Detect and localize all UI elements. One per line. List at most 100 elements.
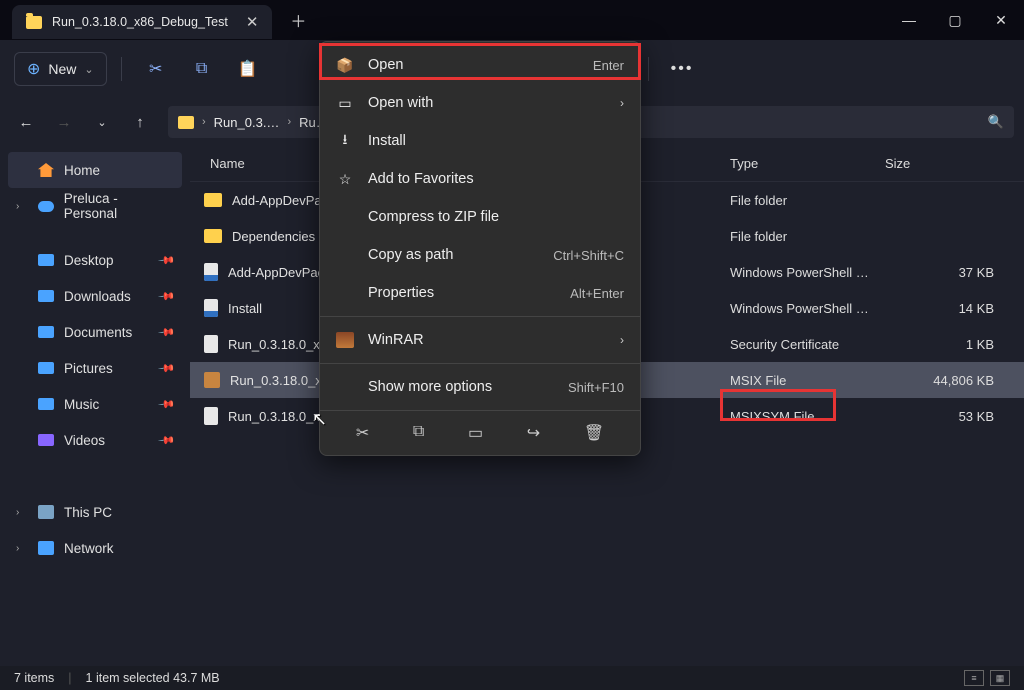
ctx-more-options[interactable]: Show more optionsShift+F10 bbox=[320, 368, 640, 406]
separator bbox=[320, 410, 640, 411]
music-icon bbox=[38, 398, 54, 410]
pin-icon: 📌 bbox=[158, 323, 177, 342]
chevron-right-icon: › bbox=[16, 543, 28, 554]
pin-icon: 📌 bbox=[158, 251, 177, 270]
cloud-icon bbox=[38, 201, 54, 212]
chevron-right-icon: › bbox=[287, 116, 291, 128]
more-button[interactable]: ••• bbox=[671, 60, 694, 78]
pictures-icon bbox=[38, 362, 54, 374]
msix-icon bbox=[204, 372, 220, 388]
openwith-icon: ▭ bbox=[336, 95, 354, 112]
sidebar-item-network[interactable]: ›Network bbox=[8, 530, 182, 566]
minimize-button[interactable]: — bbox=[886, 0, 932, 40]
chevron-down-icon: ⌄ bbox=[84, 63, 93, 76]
ctx-properties[interactable]: PropertiesAlt+Enter bbox=[320, 274, 640, 312]
ctx-open-with[interactable]: ▭Open with› bbox=[320, 84, 640, 122]
ctx-copy-icon[interactable]: ⧉ bbox=[413, 423, 424, 443]
chevron-right-icon: › bbox=[16, 201, 28, 212]
back-button[interactable]: ← bbox=[10, 106, 42, 138]
sidebar-item-pictures[interactable]: Pictures📌 bbox=[8, 350, 182, 386]
col-type[interactable]: Type bbox=[730, 156, 885, 171]
pin-icon: 📌 bbox=[158, 431, 177, 450]
network-icon bbox=[38, 541, 54, 555]
separator bbox=[121, 57, 122, 81]
desktop-icon bbox=[38, 254, 54, 266]
ctx-rename-icon[interactable]: ▭ bbox=[468, 423, 483, 443]
up-button[interactable]: ↑ bbox=[124, 106, 156, 138]
sidebar: Home ›Preluca - Personal Desktop📌 Downlo… bbox=[0, 146, 190, 666]
home-icon bbox=[38, 163, 54, 177]
view-list-button[interactable]: ≡ bbox=[964, 670, 984, 686]
close-tab-icon[interactable]: ✕ bbox=[246, 13, 259, 31]
pin-icon: 📌 bbox=[158, 287, 177, 306]
plus-icon: ⊕ bbox=[27, 59, 40, 79]
cert-icon bbox=[204, 335, 218, 353]
col-size[interactable]: Size bbox=[885, 156, 1024, 171]
ctx-delete-icon[interactable]: 🗑 bbox=[584, 423, 604, 443]
new-button[interactable]: ⊕ New ⌄ bbox=[14, 52, 107, 86]
chevron-right-icon: › bbox=[620, 333, 624, 347]
pc-icon bbox=[38, 505, 54, 519]
statusbar: 7 items | 1 item selected 43.7 MB ≡ ▦ bbox=[0, 666, 1024, 690]
paste-button[interactable]: 📋 bbox=[228, 51, 268, 87]
titlebar: Run_0.3.18.0_x86_Debug_Test ✕ ＋ — ▢ ✕ bbox=[0, 0, 1024, 40]
sidebar-item-documents[interactable]: Documents📌 bbox=[8, 314, 182, 350]
separator bbox=[648, 57, 649, 81]
folder-icon bbox=[26, 16, 42, 29]
chevron-right-icon: › bbox=[202, 116, 206, 128]
context-menu: 📦OpenEnter ▭Open with› ⭳Install ☆Add to … bbox=[319, 41, 641, 456]
sidebar-item-videos[interactable]: Videos📌 bbox=[8, 422, 182, 458]
new-tab-button[interactable]: ＋ bbox=[290, 8, 306, 32]
view-details-button[interactable]: ▦ bbox=[990, 670, 1010, 686]
breadcrumb[interactable]: › Run_0.3.… › Ru… bbox=[168, 106, 339, 138]
videos-icon bbox=[38, 434, 54, 446]
downloads-icon bbox=[38, 290, 54, 302]
cut-button[interactable]: ✂ bbox=[136, 51, 176, 87]
sidebar-item-onedrive[interactable]: ›Preluca - Personal bbox=[8, 188, 182, 224]
ctx-share-icon[interactable]: ↪ bbox=[527, 423, 540, 443]
window-controls: — ▢ ✕ bbox=[886, 0, 1024, 40]
separator bbox=[320, 316, 640, 317]
sidebar-item-downloads[interactable]: Downloads📌 bbox=[8, 278, 182, 314]
copy-button[interactable]: ⧉ bbox=[182, 51, 222, 87]
ctx-quick-actions: ✂ ⧉ ▭ ↪ 🗑 bbox=[320, 415, 640, 451]
ctx-favorites[interactable]: ☆Add to Favorites bbox=[320, 160, 640, 198]
ctx-zip[interactable]: Compress to ZIP file bbox=[320, 198, 640, 236]
sidebar-item-desktop[interactable]: Desktop📌 bbox=[8, 242, 182, 278]
search-icon: 🔍 bbox=[988, 114, 1004, 130]
folder-icon bbox=[178, 116, 194, 129]
ctx-open[interactable]: 📦OpenEnter bbox=[320, 46, 640, 84]
ctx-copy-path[interactable]: Copy as pathCtrl+Shift+C bbox=[320, 236, 640, 274]
star-icon: ☆ bbox=[336, 171, 354, 188]
recent-chevron[interactable]: ⌄ bbox=[86, 106, 118, 138]
maximize-button[interactable]: ▢ bbox=[932, 0, 978, 40]
tab-active[interactable]: Run_0.3.18.0_x86_Debug_Test ✕ bbox=[12, 5, 272, 39]
status-count: 7 items bbox=[14, 671, 54, 685]
close-window-button[interactable]: ✕ bbox=[978, 0, 1024, 40]
file-icon bbox=[204, 407, 218, 425]
status-selection: 1 item selected 43.7 MB bbox=[86, 671, 220, 685]
separator bbox=[320, 363, 640, 364]
sidebar-item-music[interactable]: Music📌 bbox=[8, 386, 182, 422]
ctx-install[interactable]: ⭳Install bbox=[320, 122, 640, 160]
folder-icon bbox=[204, 229, 222, 243]
sidebar-item-thispc[interactable]: ›This PC bbox=[8, 494, 182, 530]
tab-title: Run_0.3.18.0_x86_Debug_Test bbox=[52, 15, 228, 29]
winrar-icon bbox=[336, 332, 354, 348]
chevron-right-icon: › bbox=[16, 507, 28, 518]
breadcrumb-part[interactable]: Run_0.3.… bbox=[214, 115, 280, 130]
pin-icon: 📌 bbox=[158, 395, 177, 414]
sidebar-item-home[interactable]: Home bbox=[8, 152, 182, 188]
ctx-winrar[interactable]: WinRAR› bbox=[320, 321, 640, 359]
ctx-cut-icon[interactable]: ✂ bbox=[356, 423, 369, 443]
chevron-right-icon: › bbox=[620, 96, 624, 110]
ps1-icon bbox=[204, 299, 218, 317]
documents-icon bbox=[38, 326, 54, 338]
install-icon: ⭳ bbox=[336, 129, 354, 153]
ps1-icon bbox=[204, 263, 218, 281]
new-label: New bbox=[48, 61, 76, 77]
forward-button[interactable]: → bbox=[48, 106, 80, 138]
pin-icon: 📌 bbox=[158, 359, 177, 378]
folder-icon bbox=[204, 193, 222, 207]
cursor-icon: ↖ bbox=[312, 409, 327, 430]
